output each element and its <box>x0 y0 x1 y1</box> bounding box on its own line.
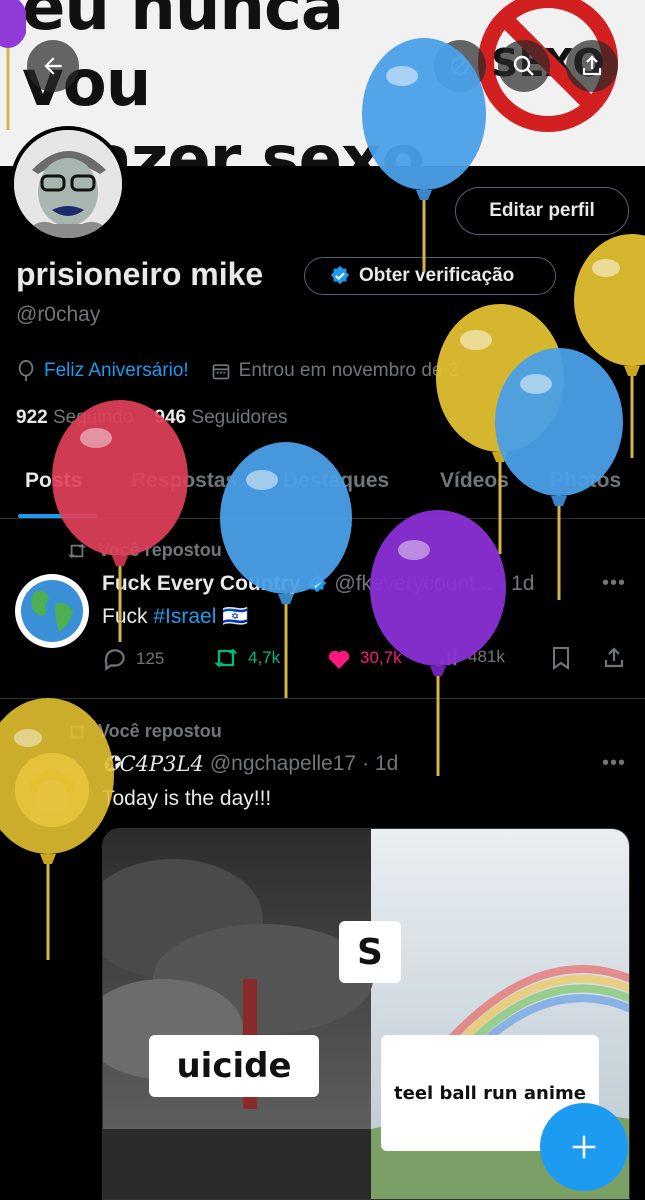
like-count: 30,7k <box>360 648 402 667</box>
calendar-icon <box>212 364 230 380</box>
like-button[interactable]: 30,7k <box>326 646 402 670</box>
arrow-left-icon <box>44 57 62 75</box>
following-label: Seguindo <box>52 407 134 428</box>
views-icon <box>440 647 457 666</box>
balloon-icon <box>18 360 34 382</box>
post-time: · 1d <box>498 572 535 595</box>
post-header: ✪C4P3L4 @ngchapelle17 · 1d <box>102 752 398 776</box>
get-verified-label: Obter verificação <box>359 265 515 286</box>
share-button[interactable] <box>566 40 618 92</box>
repost-label: Você repostou <box>98 721 222 741</box>
tab-replies[interactable]: Respostas <box>131 469 237 493</box>
bookmark-icon <box>553 647 569 670</box>
anime-avatar <box>15 753 89 827</box>
get-verified-button[interactable]: Obter verificação <box>304 257 556 295</box>
post-time: · 1d <box>362 752 399 775</box>
more-options-button[interactable]: ••• <box>602 572 626 595</box>
tab-highlights[interactable]: Destaques <box>283 469 389 493</box>
post-avatar[interactable] <box>15 753 89 827</box>
profile-tabs: Posts Respostas Destaques Vídeos Photos <box>0 455 645 519</box>
back-button[interactable] <box>27 40 79 92</box>
post-actions: 125 4,7k 30,7k 481k <box>102 646 632 676</box>
profile-meta: Feliz Aniversário! Entrou em novembro de… <box>16 360 458 382</box>
mute-button[interactable] <box>434 40 486 92</box>
followers-label: Seguidores <box>191 407 288 428</box>
flag-emoji: 🇮🇱 <box>222 605 249 628</box>
bookmark-button[interactable] <box>550 646 572 670</box>
post-avatar[interactable] <box>15 574 89 648</box>
post-author-handle[interactable]: @fkeverycount... <box>334 572 492 596</box>
yellow-balloon-decoration <box>574 234 645 458</box>
search-icon <box>513 55 534 76</box>
profile-avatar[interactable] <box>10 126 126 242</box>
verified-badge-icon <box>308 573 327 593</box>
globe-avatar <box>21 580 83 642</box>
active-tab-indicator <box>18 514 98 518</box>
joined-date: Entrou em novembro de 2 <box>238 360 459 381</box>
repost-button[interactable]: 4,7k <box>212 646 280 670</box>
view-count: 481k <box>468 647 505 666</box>
following-link[interactable]: 922 Seguindo <box>16 407 133 428</box>
followers-link[interactable]: 946 Seguidores <box>154 407 287 428</box>
post-text-prefix: Fuck <box>102 605 154 628</box>
share-post-button[interactable] <box>602 646 626 670</box>
views-button[interactable]: 481k <box>438 646 505 668</box>
verified-badge-icon <box>330 265 350 285</box>
follow-stats: 922 Seguindo 946 Seguidores <box>16 407 288 429</box>
post-text: Today is the day!!! <box>102 787 272 810</box>
reply-count: 125 <box>136 649 165 668</box>
repost-indicator: Você repostou <box>66 721 222 742</box>
post-author-handle[interactable]: @ngchapelle17 <box>210 752 356 776</box>
following-count: 922 <box>16 407 48 428</box>
reply-icon <box>104 649 125 671</box>
post-divider <box>0 698 645 699</box>
bell-off-icon <box>451 57 469 75</box>
birthday-link[interactable]: Feliz Aniversário! <box>44 360 189 382</box>
repost-count: 4,7k <box>248 648 281 667</box>
repost-icon <box>214 648 238 668</box>
compose-post-button[interactable] <box>540 1103 628 1191</box>
edit-profile-button[interactable]: Editar perfil <box>455 187 629 235</box>
profile-handle: @r0chay <box>16 303 101 326</box>
followers-count: 946 <box>154 407 187 428</box>
post-header: Fuck Every Country @fkeverycount... · 1d <box>102 572 534 596</box>
profile-name: prisioneiro mike <box>16 256 264 292</box>
meme-left-label: uicide <box>149 1035 319 1097</box>
repost-icon <box>68 543 86 558</box>
more-options-button[interactable]: ••• <box>602 752 626 775</box>
meme-letter-label: S <box>339 921 401 983</box>
hashtag-link[interactable]: #Israel <box>153 605 216 628</box>
heart-icon <box>328 650 350 669</box>
purple-balloon-decoration <box>370 510 506 776</box>
repost-icon <box>68 724 86 739</box>
search-button[interactable] <box>498 40 550 92</box>
tab-posts[interactable]: Posts <box>25 469 82 493</box>
repost-label: Você repostou <box>98 540 222 560</box>
repost-indicator: Você repostou <box>66 540 222 561</box>
tab-videos[interactable]: Vídeos <box>440 469 509 493</box>
plus-icon <box>572 1135 596 1159</box>
post-author-name[interactable]: ✪C4P3L4 <box>102 752 204 776</box>
tab-photos[interactable]: Photos <box>550 469 621 493</box>
reply-button[interactable]: 125 <box>102 646 164 672</box>
share-icon <box>582 55 602 76</box>
share-icon <box>604 647 624 668</box>
post-author-name[interactable]: Fuck Every Country <box>102 572 300 596</box>
avatar-drawing <box>14 130 122 238</box>
post-text: Fuck #Israel 🇮🇱 <box>102 605 248 629</box>
